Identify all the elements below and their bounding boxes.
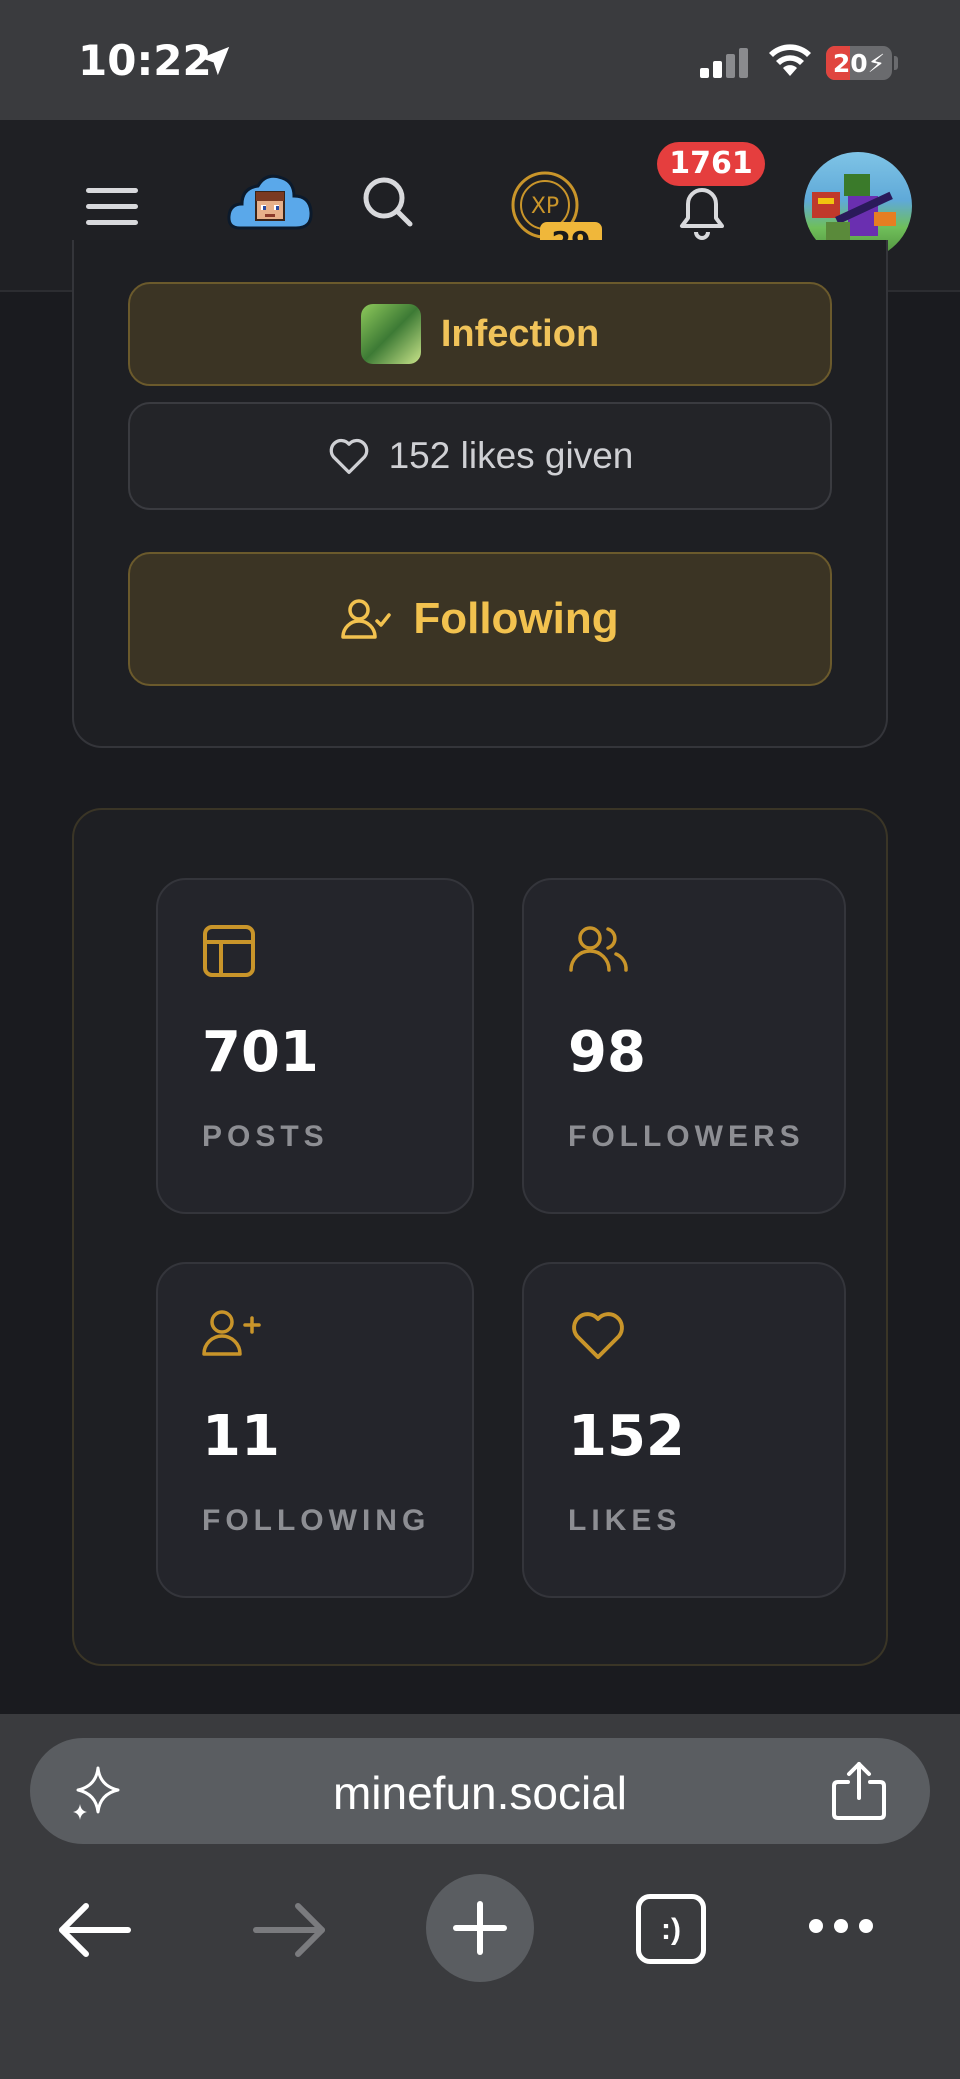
following-button[interactable]: Following bbox=[128, 552, 832, 686]
xp-label: XP bbox=[531, 194, 559, 219]
stats-card: 701 POSTS 98 FOLLOWERS 11 FOLLOWING 152 … bbox=[72, 808, 888, 1666]
forward-arrow-icon[interactable] bbox=[252, 1902, 326, 1958]
location-arrow-icon bbox=[200, 46, 230, 76]
stat-tile-likes[interactable]: 152 LIKES bbox=[522, 1262, 846, 1598]
tabs-label: :) bbox=[661, 1913, 681, 1946]
hamburger-menu-icon[interactable] bbox=[86, 186, 138, 226]
minefun-logo-icon[interactable] bbox=[226, 170, 314, 234]
stat-value: 152 bbox=[568, 1404, 685, 1469]
wifi-icon bbox=[769, 44, 811, 76]
users-icon bbox=[569, 926, 628, 972]
status-time: 10:22 bbox=[78, 36, 212, 85]
back-arrow-icon[interactable] bbox=[58, 1902, 132, 1958]
stat-label: LIKES bbox=[568, 1504, 682, 1537]
infection-game-icon bbox=[360, 304, 421, 364]
plus-icon bbox=[453, 1901, 507, 1955]
stat-value: 11 bbox=[202, 1404, 280, 1469]
notification-bell-icon[interactable] bbox=[670, 178, 734, 242]
new-tab-button[interactable] bbox=[426, 1874, 534, 1982]
following-button-label: Following bbox=[413, 594, 619, 643]
stat-tile-posts[interactable]: 701 POSTS bbox=[156, 878, 474, 1214]
game-tag-label: Infection bbox=[440, 312, 600, 355]
url-text: minefun.social bbox=[332, 1767, 628, 1819]
battery-level: 20 bbox=[832, 49, 868, 78]
address-bar[interactable]: minefun.social bbox=[30, 1738, 930, 1844]
user-check-icon bbox=[341, 599, 392, 639]
stat-tile-following[interactable]: 11 FOLLOWING bbox=[156, 1262, 474, 1598]
game-tag-button[interactable]: Infection bbox=[128, 282, 832, 386]
share-icon[interactable] bbox=[830, 1760, 888, 1822]
user-plus-icon bbox=[202, 1310, 261, 1356]
notification-count-badge: 1761 bbox=[657, 142, 765, 186]
more-options-icon[interactable] bbox=[806, 1916, 876, 1936]
likes-given-pill: 152 likes given bbox=[128, 402, 832, 510]
layout-icon bbox=[203, 925, 255, 977]
stat-tile-followers[interactable]: 98 FOLLOWERS bbox=[522, 878, 846, 1214]
status-bar: 10:22 20⚡ bbox=[0, 0, 960, 120]
stat-value: 98 bbox=[568, 1020, 646, 1085]
battery-indicator: 20⚡ bbox=[826, 46, 892, 80]
stat-label: FOLLOWING bbox=[202, 1504, 431, 1537]
tabs-button[interactable]: :) bbox=[636, 1894, 706, 1964]
stat-label: POSTS bbox=[202, 1120, 329, 1153]
search-icon[interactable] bbox=[362, 176, 414, 228]
stat-value: 701 bbox=[202, 1020, 319, 1085]
heart-outline-icon bbox=[329, 438, 368, 474]
heart-icon bbox=[572, 1312, 624, 1360]
stat-label: FOLLOWERS bbox=[568, 1120, 805, 1153]
cellular-signal-icon bbox=[700, 48, 748, 78]
likes-given-label: 152 likes given bbox=[388, 435, 634, 476]
